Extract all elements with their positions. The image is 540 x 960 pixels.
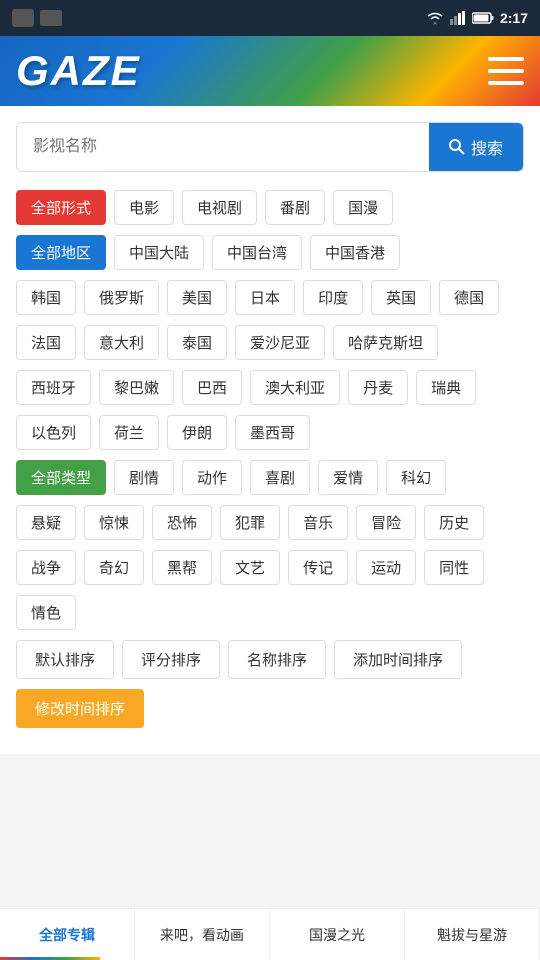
tag-music[interactable]: 音乐 [288, 505, 348, 540]
tag-australia[interactable]: 澳大利亚 [250, 370, 340, 405]
tag-germany[interactable]: 德国 [439, 280, 499, 315]
tag-adult[interactable]: 情色 [16, 595, 76, 630]
menu-line-1 [488, 57, 524, 61]
main-content: 搜索 全部形式 电影 电视剧 番剧 国漫 全部地区 中国大陆 中国台湾 中国香港… [0, 106, 540, 754]
tag-war[interactable]: 战争 [16, 550, 76, 585]
tag-kazakhstan[interactable]: 哈萨克斯坦 [333, 325, 438, 360]
menu-button[interactable] [488, 57, 524, 85]
tag-estonia[interactable]: 爱沙尼亚 [235, 325, 325, 360]
sort-rating[interactable]: 评分排序 [122, 640, 220, 679]
search-icon [449, 139, 465, 155]
tag-biography[interactable]: 传记 [288, 550, 348, 585]
tag-adventure[interactable]: 冒险 [356, 505, 416, 540]
tag-spain[interactable]: 西班牙 [16, 370, 91, 405]
tag-action[interactable]: 动作 [182, 460, 242, 495]
tag-mexico[interactable]: 墨西哥 [235, 415, 310, 450]
tag-korea[interactable]: 韩国 [16, 280, 76, 315]
tag-anime[interactable]: 番剧 [265, 190, 325, 225]
tag-comedy[interactable]: 喜剧 [250, 460, 310, 495]
sort-row-2: 修改时间排序 [16, 689, 524, 728]
tag-usa[interactable]: 美国 [167, 280, 227, 315]
region-tag-row-3: 法国 意大利 泰国 爱沙尼亚 哈萨克斯坦 [16, 325, 524, 360]
tag-tv[interactable]: 电视剧 [182, 190, 257, 225]
genre-tag-row-3: 战争 奇幻 黑帮 文艺 传记 运动 同性 [16, 550, 524, 585]
app-logo: GAZE [16, 47, 141, 95]
bottom-tabs: 全部专辑 来吧，看动画 国漫之光 魁拔与星游 [0, 908, 540, 960]
tag-movie[interactable]: 电影 [114, 190, 174, 225]
tag-all-genre[interactable]: 全部类型 [16, 460, 106, 495]
wifi-icon [426, 11, 444, 25]
tag-fantasy[interactable]: 奇幻 [84, 550, 144, 585]
tag-china-taiwan[interactable]: 中国台湾 [212, 235, 302, 270]
search-input[interactable] [17, 126, 429, 168]
tab-national-anime[interactable]: 国漫之光 [270, 909, 405, 960]
menu-line-3 [488, 81, 524, 85]
tag-scifi[interactable]: 科幻 [386, 460, 446, 495]
tag-chinese-anime[interactable]: 国漫 [333, 190, 393, 225]
sort-add-time[interactable]: 添加时间排序 [334, 640, 462, 679]
time-display: 2:17 [500, 10, 528, 26]
app-header: GAZE [0, 36, 540, 106]
tag-china-hongkong[interactable]: 中国香港 [310, 235, 400, 270]
status-icons-left [12, 9, 62, 27]
format-tag-row: 全部形式 电影 电视剧 番剧 国漫 [16, 190, 524, 225]
tag-russia[interactable]: 俄罗斯 [84, 280, 159, 315]
tag-all-format[interactable]: 全部形式 [16, 190, 106, 225]
tag-thailand[interactable]: 泰国 [167, 325, 227, 360]
tag-israel[interactable]: 以色列 [16, 415, 91, 450]
status-bar: 2:17 [0, 0, 540, 36]
tag-brazil[interactable]: 巴西 [182, 370, 242, 405]
tag-drama[interactable]: 剧情 [114, 460, 174, 495]
signal-icon [450, 11, 466, 25]
search-bar: 搜索 [16, 122, 524, 172]
tag-uk[interactable]: 英国 [371, 280, 431, 315]
photo-icon [12, 9, 34, 27]
tag-iran[interactable]: 伊朗 [167, 415, 227, 450]
tag-china-mainland[interactable]: 中国大陆 [114, 235, 204, 270]
genre-tag-row-2: 悬疑 惊悚 恐怖 犯罪 音乐 冒险 历史 [16, 505, 524, 540]
tag-denmark[interactable]: 丹麦 [348, 370, 408, 405]
tag-gangster[interactable]: 黑帮 [152, 550, 212, 585]
tag-mystery[interactable]: 悬疑 [16, 505, 76, 540]
tab-all-albums[interactable]: 全部专辑 [0, 909, 135, 960]
tag-india[interactable]: 印度 [303, 280, 363, 315]
tag-sports[interactable]: 运动 [356, 550, 416, 585]
tag-crime[interactable]: 犯罪 [220, 505, 280, 540]
region-tag-row-4: 西班牙 黎巴嫩 巴西 澳大利亚 丹麦 瑞典 [16, 370, 524, 405]
menu-line-2 [488, 69, 524, 73]
genre-tag-row-1: 全部类型 剧情 动作 喜剧 爱情 科幻 [16, 460, 524, 495]
tag-all-region[interactable]: 全部地区 [16, 235, 106, 270]
sort-modify-time[interactable]: 修改时间排序 [16, 689, 144, 728]
status-icons-right: 2:17 [426, 10, 528, 26]
sort-default[interactable]: 默认排序 [16, 640, 114, 679]
tag-literary[interactable]: 文艺 [220, 550, 280, 585]
tag-sweden[interactable]: 瑞典 [416, 370, 476, 405]
region-tag-row-1: 全部地区 中国大陆 中国台湾 中国香港 [16, 235, 524, 270]
region-tag-row-2: 韩国 俄罗斯 美国 日本 印度 英国 德国 [16, 280, 524, 315]
tag-thriller[interactable]: 惊悚 [84, 505, 144, 540]
tag-lgbt[interactable]: 同性 [424, 550, 484, 585]
tag-italy[interactable]: 意大利 [84, 325, 159, 360]
tag-lebanon[interactable]: 黎巴嫩 [99, 370, 174, 405]
genre-tag-row-4: 情色 [16, 595, 524, 630]
region-tag-row-5: 以色列 荷兰 伊朗 墨西哥 [16, 415, 524, 450]
tab-watch-animation[interactable]: 来吧，看动画 [135, 909, 270, 960]
tag-horror[interactable]: 恐怖 [152, 505, 212, 540]
tag-romance[interactable]: 爱情 [318, 460, 378, 495]
sort-name[interactable]: 名称排序 [228, 640, 326, 679]
battery-icon [472, 12, 494, 24]
tag-netherlands[interactable]: 荷兰 [99, 415, 159, 450]
tag-history[interactable]: 历史 [424, 505, 484, 540]
tab-star-game[interactable]: 魁拔与星游 [405, 909, 540, 960]
sort-row: 默认排序 评分排序 名称排序 添加时间排序 [16, 640, 524, 679]
tag-japan[interactable]: 日本 [235, 280, 295, 315]
search-button[interactable]: 搜索 [429, 123, 523, 171]
square-icon [40, 10, 62, 26]
tag-france[interactable]: 法国 [16, 325, 76, 360]
